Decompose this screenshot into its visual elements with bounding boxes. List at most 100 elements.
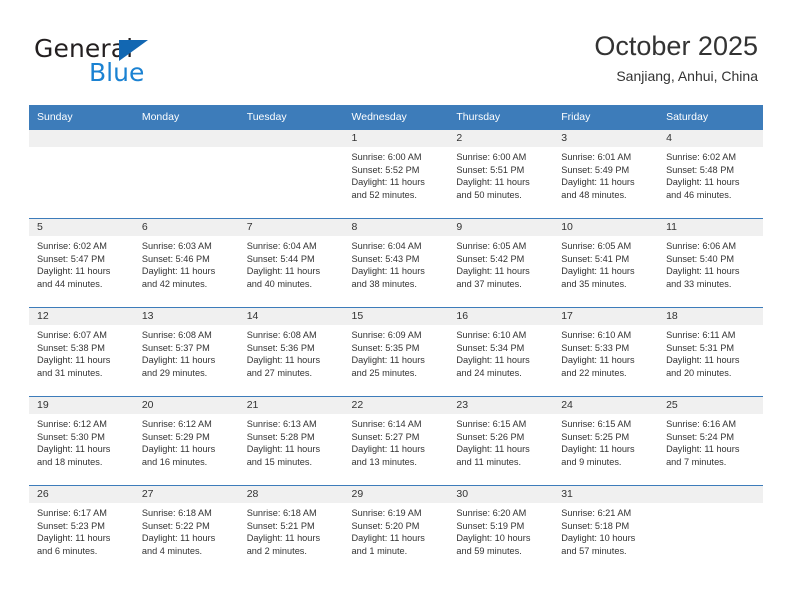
sunset-text: Sunset: 5:44 PM [246, 253, 315, 264]
calendar-day-cell[interactable]: 7 Sunrise: 6:04 AM Sunset: 5:44 PM Daylight… [238, 218, 344, 308]
sunset-text: Sunset: 5:46 PM [141, 253, 210, 264]
general-blue-logo[interactable]: General Blue [34, 36, 214, 88]
sunrise-text: Sunrise: 6:13 AM [246, 419, 317, 429]
day-details: Sunrise: 6:02 AM Sunset: 5:47 PM Daylight:… [29, 236, 134, 290]
calendar-day-cell[interactable]: 8 Sunrise: 6:04 AM Sunset: 5:43 PM Daylight… [343, 218, 449, 308]
day-details: Sunrise: 6:21 AM Sunset: 5:18 PM Daylight:… [553, 503, 658, 557]
day-details: Sunrise: 6:05 AM Sunset: 5:41 PM Daylight:… [553, 236, 658, 290]
sunrise-text: Sunrise: 6:19 AM [351, 508, 422, 518]
sunrise-text: Sunrise: 6:03 AM [141, 241, 212, 251]
daylight-text: Daylight: 11 hours and 15 minutes. [246, 444, 321, 467]
calendar-week-row: 5 Sunrise: 6:02 AM Sunset: 5:47 PM Daylight… [29, 218, 763, 308]
day-number: 2 [448, 130, 554, 147]
sunrise-text: Sunrise: 6:02 AM [37, 241, 107, 251]
day-number: 28 [238, 486, 344, 503]
calendar-day-cell[interactable]: 10 Sunrise: 6:05 AM Sunset: 5:41 PM Dayligh… [553, 218, 659, 308]
calendar-day-cell[interactable]: 14 Sunrise: 6:08 AM Sunset: 5:36 PM Dayligh… [238, 307, 344, 397]
calendar-body: 1 Sunrise: 6:00 AM Sunset: 5:52 PM Daylight… [29, 129, 763, 575]
calendar-day-cell[interactable]: 13 Sunrise: 6:08 AM Sunset: 5:37 PM Dayligh… [133, 307, 239, 397]
calendar-day-cell[interactable]: 28 Sunrise: 6:18 AM Sunset: 5:21 PM Dayligh… [238, 485, 344, 575]
sunset-text: Sunset: 5:34 PM [456, 342, 525, 353]
calendar-day-cell[interactable]: 27 Sunrise: 6:18 AM Sunset: 5:22 PM Dayligh… [133, 485, 239, 575]
day-number [238, 130, 344, 147]
day-number: 18 [658, 308, 763, 325]
calendar-day-cell[interactable]: 29 Sunrise: 6:19 AM Sunset: 5:20 PM Dayligh… [343, 485, 449, 575]
calendar-day-cell[interactable]: 12 Sunrise: 6:07 AM Sunset: 5:38 PM Dayligh… [29, 307, 134, 397]
weekday-header-sunday: Sunday [29, 105, 134, 130]
calendar-day-cell[interactable]: 22 Sunrise: 6:14 AM Sunset: 5:27 PM Dayligh… [343, 396, 449, 486]
day-number: 25 [658, 397, 763, 414]
calendar-day-cell[interactable]: 4 Sunrise: 6:02 AM Sunset: 5:48 PM Daylight… [658, 129, 763, 219]
day-details: Sunrise: 6:08 AM Sunset: 5:37 PM Daylight:… [134, 325, 239, 379]
day-number: 9 [448, 219, 554, 236]
calendar-day-cell[interactable]: 31 Sunrise: 6:21 AM Sunset: 5:18 PM Dayligh… [553, 485, 659, 575]
sunset-text: Sunset: 5:31 PM [666, 342, 734, 353]
day-number: 31 [553, 486, 659, 503]
calendar-day-cell[interactable]: 19 Sunrise: 6:12 AM Sunset: 5:30 PM Dayligh… [29, 396, 134, 486]
day-number [658, 486, 763, 503]
calendar-day-cell[interactable]: 5 Sunrise: 6:02 AM Sunset: 5:47 PM Daylight… [29, 218, 134, 308]
logo-text-blue: Blue [89, 58, 145, 87]
day-details: Sunrise: 6:05 AM Sunset: 5:42 PM Daylight:… [448, 236, 553, 290]
sunrise-text: Sunrise: 6:14 AM [351, 419, 422, 429]
calendar-day-cell[interactable]: 30 Sunrise: 6:20 AM Sunset: 5:19 PM Dayligh… [448, 485, 554, 575]
daylight-text: Daylight: 11 hours and 20 minutes. [666, 355, 740, 378]
sunrise-text: Sunrise: 6:12 AM [141, 419, 212, 429]
calendar-page: General Blue October 2025 Sanjiang, Anhu… [0, 0, 792, 612]
day-number: 19 [29, 397, 134, 414]
calendar-day-cell-empty [658, 485, 763, 575]
sunset-text: Sunset: 5:51 PM [456, 164, 525, 175]
day-details: Sunrise: 6:12 AM Sunset: 5:30 PM Daylight:… [29, 414, 134, 468]
daylight-text: Daylight: 11 hours and 35 minutes. [561, 266, 635, 289]
daylight-text: Daylight: 11 hours and 37 minutes. [456, 266, 530, 289]
day-number: 13 [133, 308, 239, 325]
calendar-day-cell[interactable]: 1 Sunrise: 6:00 AM Sunset: 5:52 PM Daylight… [343, 129, 449, 219]
sunrise-text: Sunrise: 6:16 AM [666, 419, 737, 429]
daylight-text: Daylight: 10 hours and 59 minutes. [456, 533, 531, 556]
calendar-day-cell[interactable]: 21 Sunrise: 6:13 AM Sunset: 5:28 PM Dayligh… [238, 396, 344, 486]
sunset-text: Sunset: 5:33 PM [561, 342, 630, 353]
sunrise-text: Sunrise: 6:02 AM [666, 152, 737, 162]
day-number: 15 [343, 308, 449, 325]
day-details: Sunrise: 6:18 AM Sunset: 5:21 PM Daylight:… [239, 503, 344, 557]
calendar-day-cell[interactable]: 11 Sunrise: 6:06 AM Sunset: 5:40 PM Dayligh… [658, 218, 763, 308]
day-details: Sunrise: 6:18 AM Sunset: 5:22 PM Daylight:… [134, 503, 239, 557]
calendar-day-cell[interactable]: 6 Sunrise: 6:03 AM Sunset: 5:46 PM Daylight… [133, 218, 239, 308]
day-number [133, 130, 239, 147]
sunset-text: Sunset: 5:41 PM [561, 253, 630, 264]
daylight-text: Daylight: 11 hours and 29 minutes. [141, 355, 216, 378]
calendar-day-cell[interactable]: 17 Sunrise: 6:10 AM Sunset: 5:33 PM Dayligh… [553, 307, 659, 397]
sunset-text: Sunset: 5:21 PM [246, 520, 315, 531]
sunrise-text: Sunrise: 6:05 AM [456, 241, 527, 251]
calendar-day-cell[interactable]: 9 Sunrise: 6:05 AM Sunset: 5:42 PM Daylight… [448, 218, 554, 308]
sunset-text: Sunset: 5:25 PM [561, 431, 630, 442]
daylight-text: Daylight: 11 hours and 42 minutes. [141, 266, 216, 289]
day-number: 8 [343, 219, 449, 236]
sunrise-text: Sunrise: 6:10 AM [561, 330, 632, 340]
day-details: Sunrise: 6:08 AM Sunset: 5:36 PM Daylight:… [239, 325, 344, 379]
calendar-day-cell[interactable]: 16 Sunrise: 6:10 AM Sunset: 5:34 PM Dayligh… [448, 307, 554, 397]
calendar-day-cell[interactable]: 23 Sunrise: 6:15 AM Sunset: 5:26 PM Dayligh… [448, 396, 554, 486]
calendar-day-cell[interactable]: 3 Sunrise: 6:01 AM Sunset: 5:49 PM Daylight… [553, 129, 659, 219]
calendar-day-cell[interactable]: 24 Sunrise: 6:15 AM Sunset: 5:25 PM Dayligh… [553, 396, 659, 486]
day-details: Sunrise: 6:02 AM Sunset: 5:48 PM Daylight:… [658, 147, 763, 201]
sunrise-text: Sunrise: 6:06 AM [666, 241, 737, 251]
daylight-text: Daylight: 11 hours and 38 minutes. [351, 266, 425, 289]
calendar-day-cell[interactable]: 26 Sunrise: 6:17 AM Sunset: 5:23 PM Dayligh… [29, 485, 134, 575]
calendar-day-cell[interactable]: 18 Sunrise: 6:11 AM Sunset: 5:31 PM Dayligh… [658, 307, 763, 397]
sunrise-text: Sunrise: 6:04 AM [246, 241, 317, 251]
calendar-day-cell[interactable]: 2 Sunrise: 6:00 AM Sunset: 5:51 PM Daylight… [448, 129, 554, 219]
calendar-day-cell[interactable]: 25 Sunrise: 6:16 AM Sunset: 5:24 PM Dayligh… [658, 396, 763, 486]
calendar-day-cell[interactable]: 20 Sunrise: 6:12 AM Sunset: 5:29 PM Dayligh… [133, 396, 239, 486]
day-details: Sunrise: 6:07 AM Sunset: 5:38 PM Daylight:… [29, 325, 134, 379]
sunset-text: Sunset: 5:52 PM [351, 164, 420, 175]
calendar-day-cell[interactable]: 15 Sunrise: 6:09 AM Sunset: 5:35 PM Dayligh… [343, 307, 449, 397]
daylight-text: Daylight: 11 hours and 50 minutes. [456, 177, 530, 200]
sunrise-sunset-calendar: Sunday Monday Tuesday Wednesday Thursday… [29, 105, 763, 575]
day-number: 7 [238, 219, 344, 236]
day-number: 23 [448, 397, 554, 414]
sunset-text: Sunset: 5:19 PM [456, 520, 525, 531]
day-number: 14 [238, 308, 344, 325]
sunrise-text: Sunrise: 6:18 AM [246, 508, 317, 518]
daylight-text: Daylight: 11 hours and 33 minutes. [666, 266, 740, 289]
